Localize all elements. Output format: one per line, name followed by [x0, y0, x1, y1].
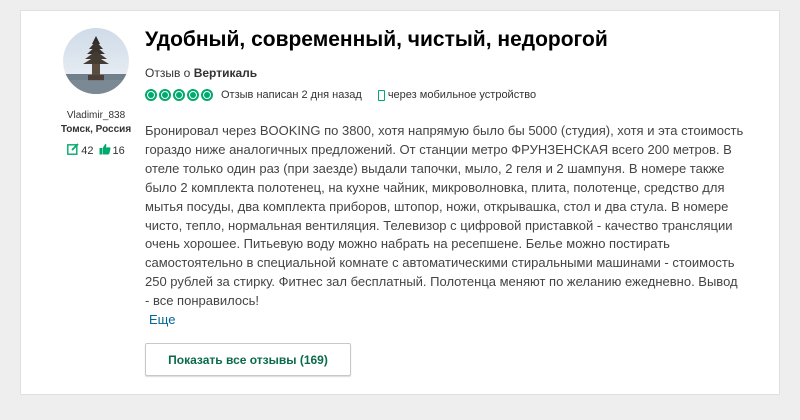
helpful-votes-count: 16	[112, 144, 125, 157]
reviewer-username[interactable]: Vladimir_838	[45, 110, 147, 121]
reviewer-profile: Vladimir_838 Томск, Россия 42 16	[45, 26, 147, 158]
mobile-phone-icon	[377, 89, 385, 101]
rating-bubble-icon	[187, 89, 199, 101]
rating-bubble-icon	[159, 89, 171, 101]
review-meta: Отзыв написан 2 дня назад через мобильно…	[145, 89, 765, 101]
bubble-rating	[145, 89, 213, 101]
review-card: Vladimir_838 Томск, Россия 42 16 Удобный…	[20, 10, 780, 395]
show-all-reviews-button[interactable]: Показать все отзывы (169)	[145, 343, 351, 376]
reviewer-stats: 42 16	[45, 143, 147, 158]
contributions-count: 42	[81, 144, 94, 157]
review-pencil-icon	[67, 143, 79, 158]
hotel-name-link[interactable]: Вертикаль	[194, 66, 257, 80]
avatar[interactable]	[63, 28, 129, 94]
thumbs-up-icon	[99, 143, 111, 158]
about-prefix: Отзыв о	[145, 66, 194, 80]
rating-bubble-icon	[145, 89, 157, 101]
reviewer-location: Томск, Россия	[60, 124, 132, 135]
review-body: Бронировал через BOOKING по 3800, хотя н…	[145, 123, 744, 309]
rating-bubble-icon	[173, 89, 185, 101]
review-via: через мобильное устройство	[387, 89, 537, 101]
review-date: Отзыв написан 2 дня назад	[221, 89, 362, 101]
review-content: Удобный, современный, чистый, недорогой …	[145, 26, 765, 329]
review-about: Отзыв о Вертикаль	[145, 66, 765, 80]
rating-bubble-icon	[201, 89, 213, 101]
read-more-link[interactable]: Еще	[149, 312, 175, 327]
review-title[interactable]: Удобный, современный, чистый, недорогой	[145, 26, 765, 54]
